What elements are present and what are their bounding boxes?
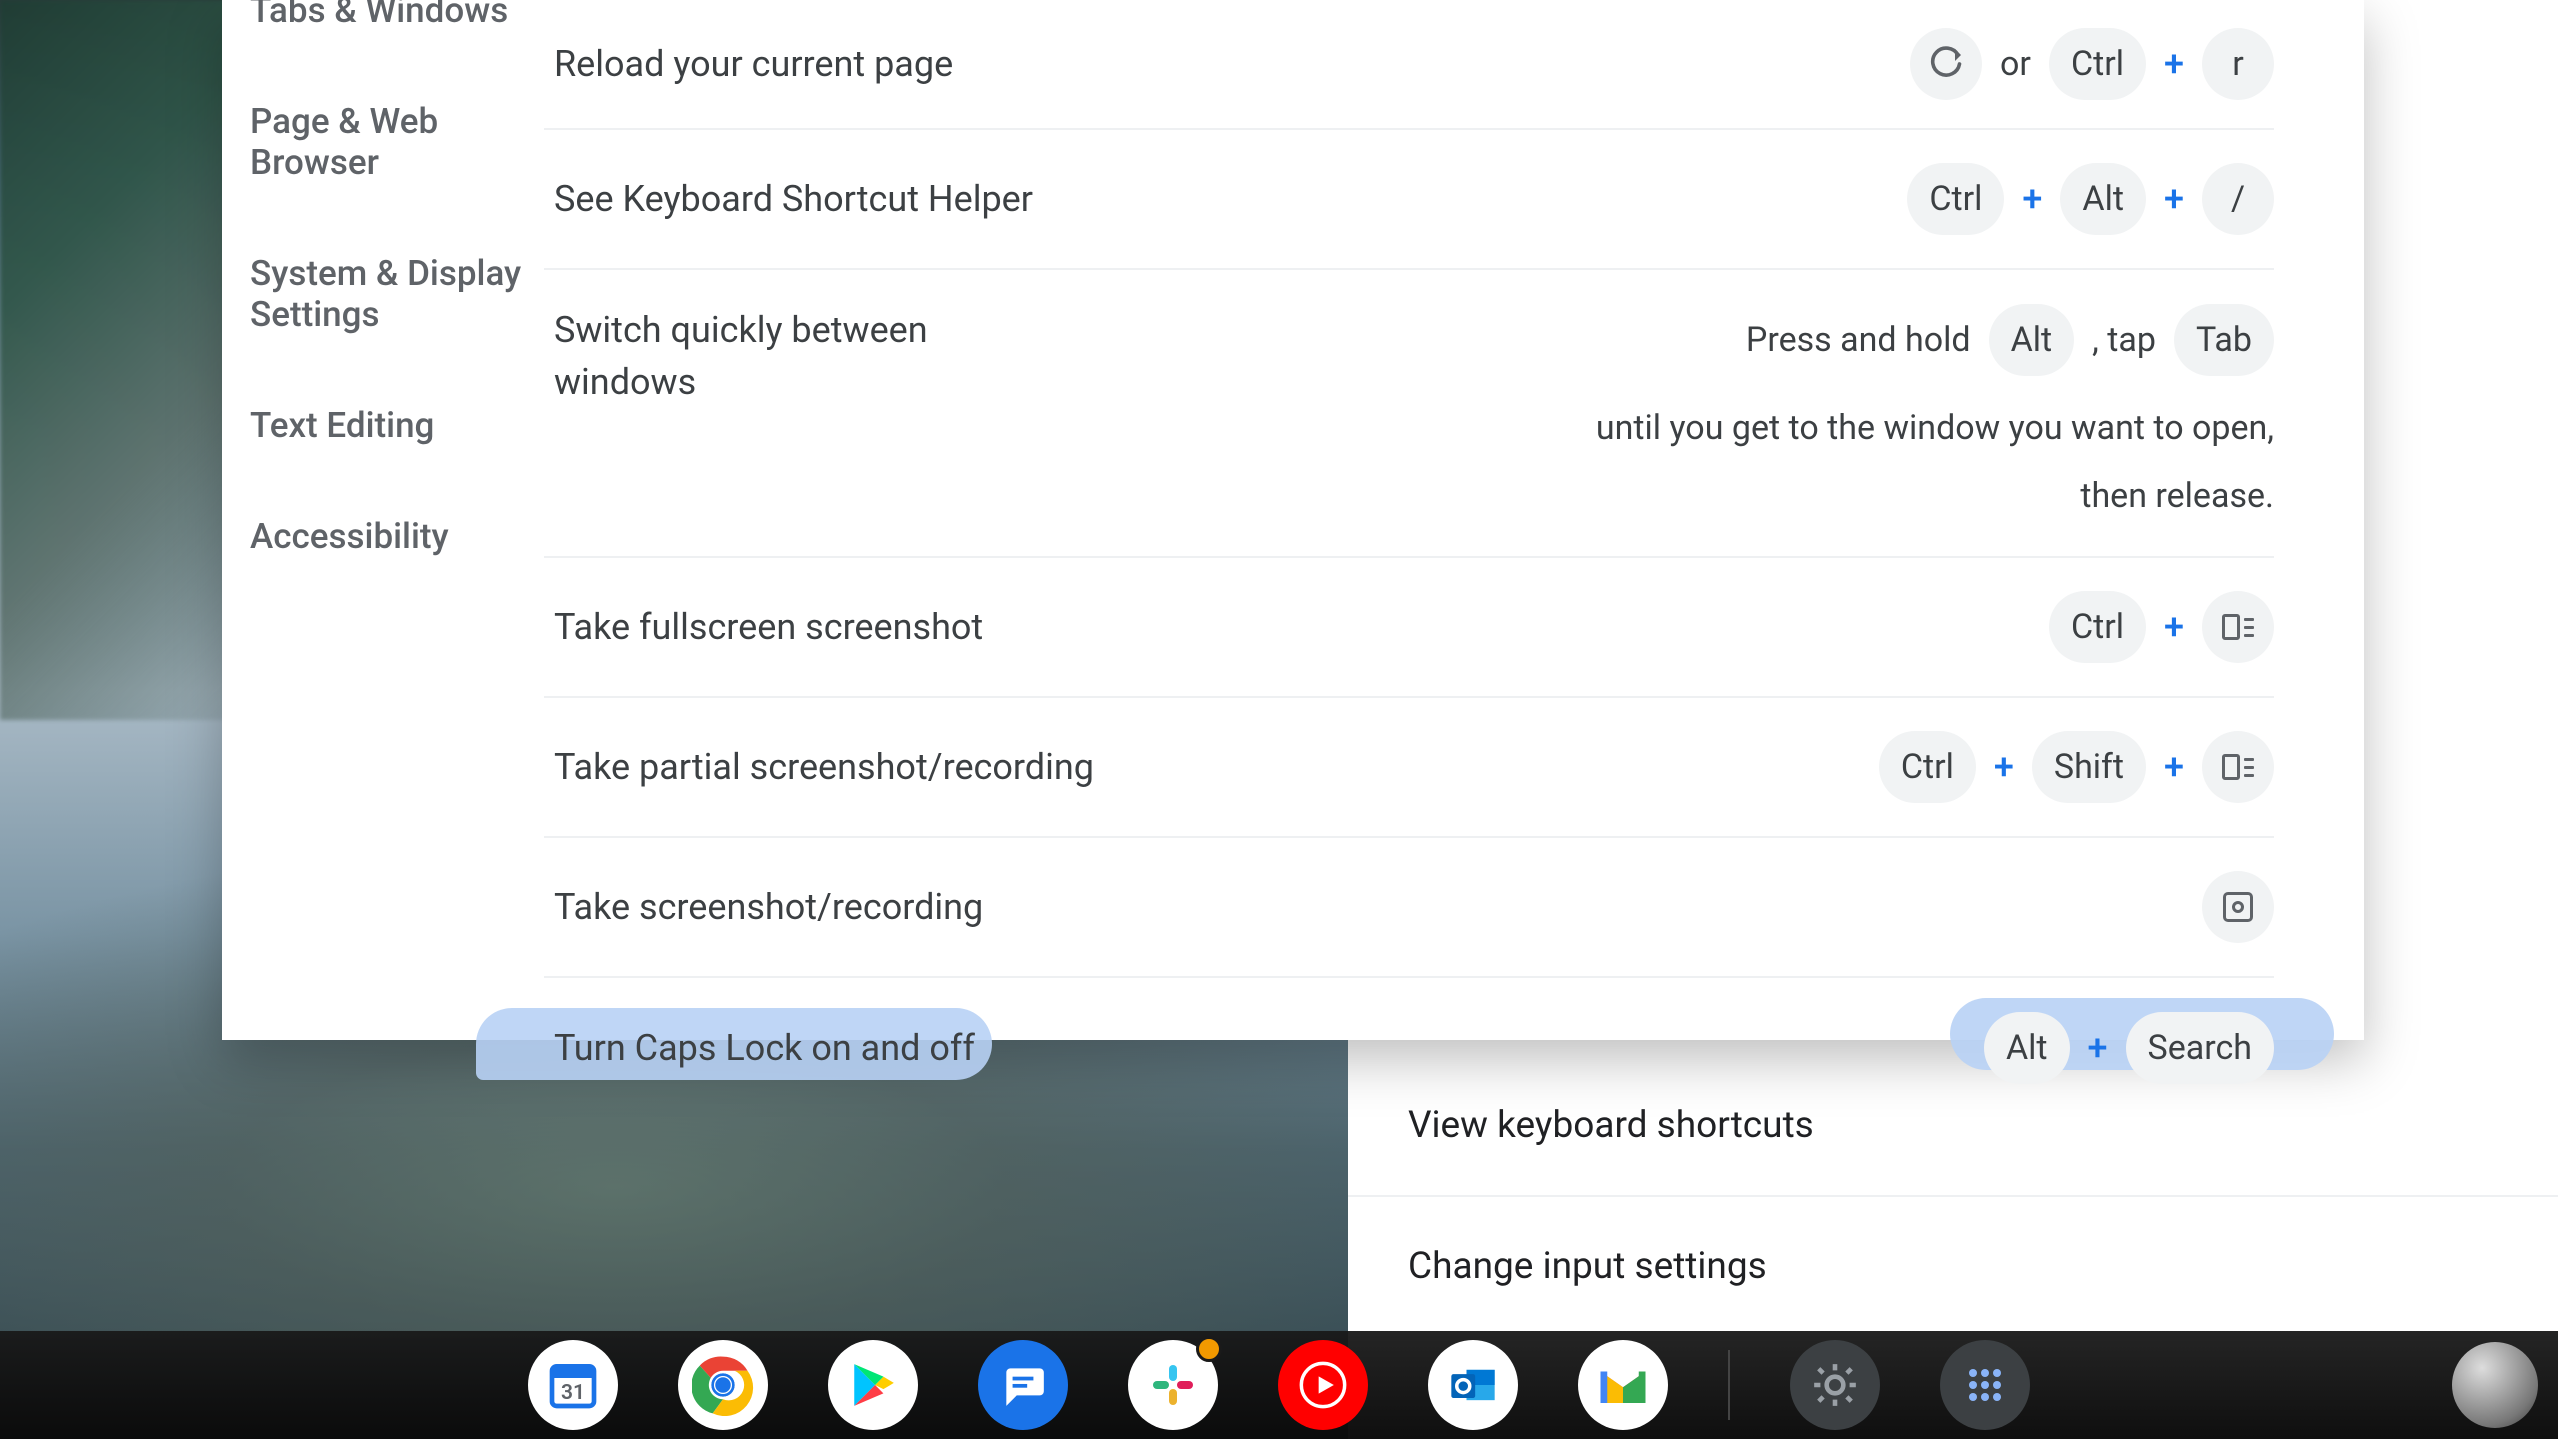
sidebar-item-accessibility[interactable]: Accessibility [250, 492, 524, 603]
shelf-app-youtube-music[interactable] [1278, 1340, 1368, 1430]
shortcut-label: Take screenshot/recording [554, 881, 983, 933]
chromeos-shelf: 31 [0, 1331, 2558, 1439]
shelf-status-area[interactable] [2452, 1342, 2558, 1428]
shelf-separator [1728, 1350, 1730, 1420]
key-shift: Shift [2032, 731, 2146, 803]
shortcut-keys: Ctrl + Alt + / [1907, 163, 2274, 235]
key-alt: Alt [2060, 163, 2146, 235]
shortcut-row-take-screenshot: Take screenshot/recording [544, 838, 2274, 978]
instruction-text: Press and hold [1746, 306, 1971, 374]
shortcut-keys: Alt + Search [1984, 1012, 2274, 1084]
reload-icon [1910, 28, 1982, 100]
shortcut-row-helper: See Keyboard Shortcut Helper Ctrl + Alt … [544, 130, 2274, 270]
key-ctrl: Ctrl [1907, 163, 2004, 235]
key-alt: Alt [1989, 304, 2075, 376]
sidebar-item-text-editing[interactable]: Text Editing [250, 381, 524, 492]
sidebar-item-tabs-windows[interactable]: Tabs & Windows [250, 0, 524, 77]
shortcut-label-text: Turn Caps Lock on and off [554, 1027, 975, 1069]
shortcut-keys: Press and hold Alt , tap Tab until you g… [1074, 304, 2274, 530]
user-avatar[interactable] [2452, 1342, 2538, 1428]
shelf-app-chrome[interactable] [678, 1340, 768, 1430]
key-ctrl: Ctrl [1879, 731, 1976, 803]
key-tab: Tab [2174, 304, 2274, 376]
shortcut-label: See Keyboard Shortcut Helper [554, 173, 1033, 225]
shortcut-keys: Ctrl + Shift + [1879, 731, 2274, 803]
overview-key-icon [2202, 591, 2274, 663]
shortcut-label: Take fullscreen screenshot [554, 601, 983, 653]
sidebar-item-page-web-browser[interactable]: Page & Web Browser [250, 77, 524, 229]
shelf-app-messages[interactable] [978, 1340, 1068, 1430]
shortcut-keys: Ctrl + [2049, 591, 2274, 663]
plus-icon: + [2164, 731, 2184, 803]
svg-text:31: 31 [561, 1381, 585, 1405]
shortcut-label: Switch quickly between windows [554, 304, 1074, 408]
key-search: Search [2126, 1012, 2274, 1084]
shortcut-label: Turn Caps Lock on and off [554, 1022, 975, 1074]
plus-icon: + [2164, 28, 2184, 100]
shelf-pinned-apps: 31 [528, 1340, 2030, 1430]
plus-icon: + [1994, 731, 2014, 803]
shelf-app-slack[interactable] [1128, 1340, 1218, 1430]
plus-icon: + [2022, 163, 2042, 235]
settings-row-change-input[interactable]: Change input settings [1348, 1197, 2558, 1338]
shelf-app-settings[interactable] [1790, 1340, 1880, 1430]
shortcut-list: Reload your current page or Ctrl + r See… [544, 0, 2364, 1040]
shelf-app-input-method[interactable] [1940, 1340, 2030, 1430]
instruction-text: until you get to the window you want to … [1574, 394, 2274, 530]
or-text: or [2000, 30, 2031, 98]
key-r: r [2202, 28, 2274, 100]
shortcut-keys: or Ctrl + r [1910, 28, 2274, 100]
shortcut-row-fullscreen-screenshot: Take fullscreen screenshot Ctrl + [544, 558, 2274, 698]
shelf-app-calendar[interactable]: 31 [528, 1340, 618, 1430]
shelf-app-outlook[interactable] [1428, 1340, 1518, 1430]
shortcut-row-switch-windows: Switch quickly between windows Press and… [544, 270, 2274, 558]
shortcut-label: Reload your current page [554, 38, 953, 90]
notification-badge [1196, 1336, 1222, 1362]
shortcut-label: Take partial screenshot/recording [554, 741, 1094, 793]
plus-icon: + [2088, 1012, 2108, 1084]
shortcut-row-caps-lock: Turn Caps Lock on and off Alt + Search [544, 978, 2274, 1118]
shortcut-keys [2202, 871, 2274, 943]
key-slash: / [2202, 163, 2274, 235]
screen-capture-key-icon [2202, 871, 2274, 943]
key-alt: Alt [1984, 1012, 2070, 1084]
key-ctrl: Ctrl [2049, 28, 2146, 100]
shelf-app-gmail[interactable] [1578, 1340, 1668, 1430]
plus-icon: + [2164, 591, 2184, 663]
instruction-text: , tap [2092, 306, 2156, 374]
plus-icon: + [2164, 163, 2184, 235]
sidebar-item-system-display[interactable]: System & Display Settings [250, 229, 524, 381]
shortcut-row-reload: Reload your current page or Ctrl + r [544, 0, 2274, 130]
shelf-app-play-store[interactable] [828, 1340, 918, 1430]
key-ctrl: Ctrl [2049, 591, 2146, 663]
keyboard-shortcuts-window: Tabs & Windows Page & Web Browser System… [222, 0, 2364, 1040]
overview-key-icon [2202, 731, 2274, 803]
shortcut-row-partial-screenshot: Take partial screenshot/recording Ctrl +… [544, 698, 2274, 838]
shortcut-category-sidebar: Tabs & Windows Page & Web Browser System… [222, 0, 544, 1040]
